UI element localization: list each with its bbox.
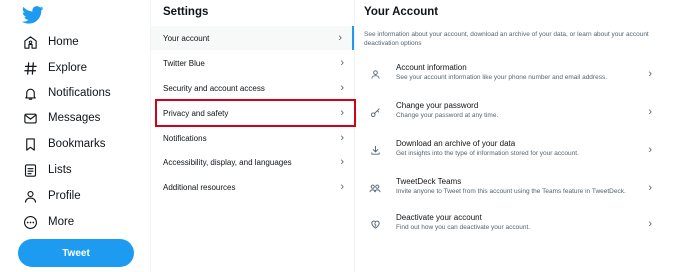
account-item-title: Change your password (396, 101, 479, 110)
list-icon (22, 162, 38, 178)
account-item-title: Deactivate your account (396, 213, 482, 222)
nav-item-home[interactable]: Home (22, 31, 79, 53)
nav-item-label: Notifications (48, 87, 111, 99)
account-item-tweetdeck-teams[interactable]: TweetDeck Teams Invite anyone to Tweet f… (356, 171, 700, 207)
account-item-description: Invite anyone to Tweet from this account… (396, 188, 626, 195)
account-item-download-archive[interactable]: Download an archive of your data Get ins… (356, 133, 700, 169)
account-title: Your Account (364, 6, 439, 18)
settings-item-label: Your account (163, 33, 210, 43)
nav-item-label: Explore (48, 62, 87, 74)
account-item-title: Download an archive of your data (396, 139, 516, 148)
settings-panel: Settings Your account › Twitter Blue › S… (150, 0, 355, 272)
twitter-logo-icon[interactable] (22, 6, 44, 24)
chevron-right-icon: › (340, 107, 344, 119)
chevron-right-icon: › (340, 181, 344, 193)
nav-item-label: Lists (48, 164, 72, 176)
chevron-right-icon: › (648, 144, 652, 156)
tweet-button[interactable]: Tweet (18, 239, 134, 267)
chevron-right-icon: › (648, 106, 652, 118)
nav-item-messages[interactable]: Messages (22, 107, 100, 129)
settings-item-twitter-blue[interactable]: Twitter Blue › (151, 51, 354, 75)
account-panel: Your Account See information about your … (356, 0, 700, 272)
hashtag-icon (22, 60, 38, 76)
settings-item-security[interactable]: Security and account access › (151, 76, 354, 100)
account-description: See information about your account, down… (364, 31, 649, 47)
settings-item-your-account[interactable]: Your account › (151, 26, 354, 50)
bell-icon (22, 85, 38, 101)
account-item-description: Find out how you can deactivate your acc… (396, 224, 531, 231)
chevron-right-icon: › (340, 156, 344, 168)
nav-item-label: Profile (48, 190, 81, 202)
person-icon (368, 67, 382, 81)
settings-item-accessibility[interactable]: Accessibility, display, and languages › (151, 150, 354, 174)
settings-item-label: Privacy and safety (163, 108, 229, 118)
settings-title: Settings (163, 6, 209, 18)
nav-item-label: More (48, 216, 75, 228)
account-item-description: Change your password at any time. (396, 112, 499, 119)
chevron-right-icon: › (648, 218, 652, 230)
key-icon (368, 105, 382, 119)
nav-item-more[interactable]: More (22, 211, 74, 233)
account-item-deactivate[interactable]: Deactivate your account Find out how you… (356, 207, 700, 243)
chevron-right-icon: › (340, 57, 344, 69)
home-icon (22, 34, 38, 50)
account-item-change-password[interactable]: Change your password Change your passwor… (356, 95, 700, 131)
nav-item-profile[interactable]: Profile (22, 185, 81, 207)
nav-item-label: Home (48, 36, 79, 48)
account-item-account-information[interactable]: Account information See your account inf… (356, 57, 700, 93)
chevron-right-icon: › (340, 132, 344, 144)
settings-item-label: Additional resources (163, 182, 236, 192)
settings-item-label: Security and account access (163, 83, 265, 93)
chevron-right-icon: › (648, 68, 652, 80)
people-icon (368, 181, 382, 195)
envelope-icon (22, 110, 38, 126)
nav-item-explore[interactable]: Explore (22, 57, 87, 79)
nav-item-label: Bookmarks (48, 138, 106, 150)
more-icon (22, 214, 38, 230)
primary-nav: Home Explore Notifications Messages Book… (0, 0, 148, 272)
settings-item-privacy-and-safety[interactable]: Privacy and safety › (151, 101, 354, 125)
nav-item-label: Messages (48, 112, 101, 124)
account-item-description: See your account information like your p… (396, 74, 608, 81)
chevron-right-icon: › (338, 32, 342, 44)
account-item-description: Get insights into the type of informatio… (396, 150, 579, 157)
nav-item-notifications[interactable]: Notifications (22, 82, 111, 104)
nav-item-lists[interactable]: Lists (22, 159, 72, 181)
chevron-right-icon: › (340, 82, 344, 94)
nav-item-bookmarks[interactable]: Bookmarks (22, 133, 106, 155)
settings-item-label: Twitter Blue (163, 58, 205, 68)
chevron-right-icon: › (648, 182, 652, 194)
bookmark-icon (22, 136, 38, 152)
download-icon (368, 143, 382, 157)
settings-item-label: Notifications (163, 133, 207, 143)
settings-item-additional-resources[interactable]: Additional resources › (151, 175, 354, 199)
settings-item-notifications[interactable]: Notifications › (151, 126, 354, 150)
settings-item-label: Accessibility, display, and languages (163, 157, 292, 167)
broken-heart-icon (368, 217, 382, 231)
account-item-title: Account information (396, 63, 467, 72)
account-item-title: TweetDeck Teams (396, 177, 462, 186)
person-icon (22, 188, 38, 204)
